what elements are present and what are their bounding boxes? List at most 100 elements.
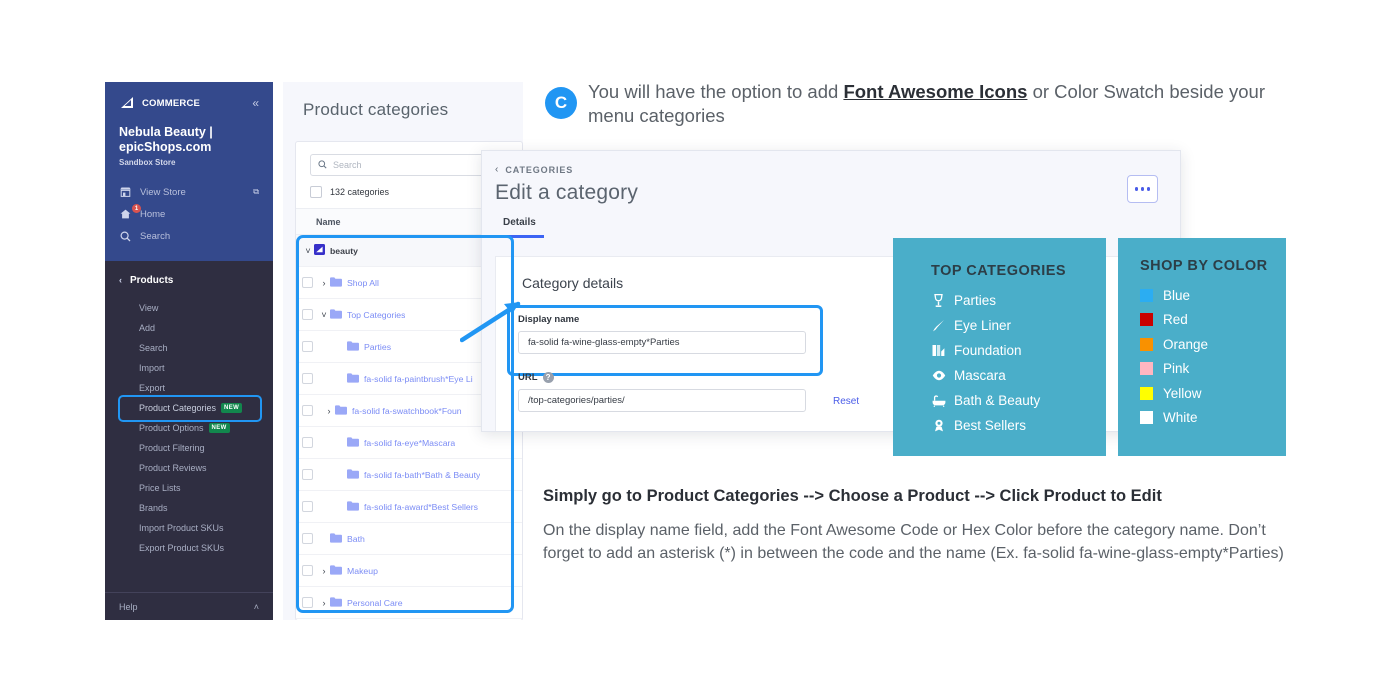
- reset-link[interactable]: Reset: [833, 396, 859, 407]
- color-item-blue[interactable]: Blue: [1140, 283, 1286, 308]
- chevron-right-icon[interactable]: ›: [318, 566, 330, 576]
- eye-icon: [931, 370, 946, 381]
- menu-item-label: Bath & Beauty: [954, 393, 1040, 408]
- select-all-checkbox[interactable]: [310, 186, 322, 198]
- menu-item-best-sellers[interactable]: Best Sellers: [931, 413, 1106, 438]
- external-link-icon: ⧉: [253, 187, 259, 197]
- sidebar-item-home[interactable]: 1 Home: [119, 203, 259, 225]
- category-count-label: 132 categories: [330, 187, 389, 197]
- storefront-top-categories-panel: TOP CATEGORIES Parties Eye Liner: [893, 238, 1106, 456]
- storefront-icon: [314, 242, 325, 260]
- annotation-emphasis: Font Awesome Icons: [843, 81, 1027, 102]
- chevron-down-icon[interactable]: ˅: [318, 310, 330, 320]
- folder-icon: [330, 594, 342, 612]
- row-checkbox[interactable]: [302, 533, 313, 544]
- search-input[interactable]: Search: [310, 154, 508, 176]
- chevron-right-icon[interactable]: ›: [318, 598, 330, 608]
- chevron-right-icon[interactable]: ›: [323, 406, 335, 416]
- table-row[interactable]: fa-solid fa-bath*Bath & Beauty: [296, 459, 522, 491]
- home-notification-badge: 1: [132, 204, 141, 213]
- sidebar-item-view-store[interactable]: View Store ⧉: [119, 181, 259, 203]
- row-checkbox[interactable]: [302, 469, 313, 480]
- sidebar-item-brands[interactable]: Brands: [119, 498, 259, 518]
- menu-item-mascara[interactable]: Mascara: [931, 363, 1106, 388]
- tab-details[interactable]: Details: [495, 217, 544, 238]
- row-checkbox[interactable]: [302, 373, 313, 384]
- sidebar-item-export-product-skus[interactable]: Export Product SKUs: [119, 538, 259, 558]
- sidebar-item-product-filtering[interactable]: Product Filtering: [119, 438, 259, 458]
- color-item-orange[interactable]: Orange: [1140, 332, 1286, 357]
- menu-item-foundation[interactable]: Foundation: [931, 338, 1106, 363]
- sidebar-item-add[interactable]: Add: [119, 318, 259, 338]
- sidebar-item-price-lists[interactable]: Price Lists: [119, 478, 259, 498]
- row-checkbox[interactable]: [302, 597, 313, 608]
- sidebar-item-label: Product Options: [139, 423, 204, 433]
- url-field-group: URL ? /top-categories/parties/: [518, 372, 806, 412]
- url-input[interactable]: /top-categories/parties/: [518, 389, 806, 412]
- color-label: Blue: [1163, 288, 1190, 303]
- menu-item-parties[interactable]: Parties: [931, 288, 1106, 313]
- bigcommerce-logo-icon: [119, 97, 141, 109]
- sidebar-item-product-categories[interactable]: Product Categories NEW: [119, 398, 259, 418]
- page-title: Edit a category: [482, 175, 1180, 205]
- award-icon: [931, 419, 946, 432]
- collapse-sidebar-icon[interactable]: «: [252, 97, 259, 109]
- chevron-left-icon[interactable]: ‹: [495, 164, 498, 175]
- row-label: fa-solid fa-award*Best Sellers: [364, 502, 478, 512]
- table-row[interactable]: Bath: [296, 523, 522, 555]
- color-swatch-icon: [1140, 411, 1153, 424]
- select-all-row[interactable]: 132 categories: [310, 186, 508, 198]
- color-swatch-icon: [1140, 362, 1153, 375]
- sidebar-item-import-product-skus[interactable]: Import Product SKUs: [119, 518, 259, 538]
- sidebar-item-search[interactable]: Search: [119, 225, 259, 247]
- sidebar-item-export[interactable]: Export: [119, 378, 259, 398]
- sidebar-footer-help[interactable]: Help ˄: [105, 592, 273, 620]
- sidebar-item-product-reviews[interactable]: Product Reviews: [119, 458, 259, 478]
- color-item-white[interactable]: White: [1140, 406, 1286, 431]
- menu-item-label: Mascara: [954, 368, 1006, 383]
- menu-item-eye-liner[interactable]: Eye Liner: [931, 313, 1106, 338]
- display-name-input[interactable]: fa-solid fa-wine-glass-empty*Parties: [518, 331, 806, 354]
- shop-by-color-list: Blue Red Orange Pink Yellow: [1140, 283, 1286, 430]
- row-checkbox[interactable]: [302, 341, 313, 352]
- help-icon[interactable]: ?: [543, 372, 554, 383]
- sidebar-item-view[interactable]: View: [119, 298, 259, 318]
- row-checkbox[interactable]: [302, 565, 313, 576]
- chevron-icon[interactable]: ˅: [302, 246, 314, 256]
- dot-icon: [1147, 187, 1151, 191]
- chevron-right-icon[interactable]: ›: [318, 278, 330, 288]
- swatchbook-icon: [931, 344, 946, 357]
- color-item-pink[interactable]: Pink: [1140, 357, 1286, 382]
- row-checkbox[interactable]: [302, 309, 313, 320]
- sidebar-item-import[interactable]: Import: [119, 358, 259, 378]
- row-checkbox[interactable]: [302, 277, 313, 288]
- help-label: Help: [119, 602, 138, 612]
- breadcrumb-label[interactable]: CATEGORIES: [505, 165, 573, 175]
- sidebar-item-label: Import Product SKUs: [139, 523, 224, 533]
- table-row[interactable]: fa-solid fa-award*Best Sellers: [296, 491, 522, 523]
- color-label: Orange: [1163, 337, 1208, 352]
- menu-item-bath-and-beauty[interactable]: Bath & Beauty: [931, 388, 1106, 413]
- row-checkbox[interactable]: [302, 437, 313, 448]
- table-row[interactable]: › Personal Care: [296, 587, 522, 619]
- row-label: Personal Care: [347, 598, 403, 608]
- screenshot-root: COMMERCE « Nebula Beauty |epicShops.com …: [0, 0, 1400, 680]
- row-label: fa-solid fa-bath*Bath & Beauty: [364, 470, 480, 480]
- more-actions-button[interactable]: [1127, 175, 1158, 203]
- folder-icon: [347, 498, 359, 516]
- breadcrumb[interactable]: ‹ CATEGORIES: [482, 151, 1180, 175]
- color-item-red[interactable]: Red: [1140, 308, 1286, 333]
- store-name: Nebula Beauty |epicShops.com: [119, 125, 259, 155]
- sidebar-section-products[interactable]: ‹ Products: [119, 271, 259, 289]
- row-label: fa-solid fa-swatchbook*Foun: [352, 406, 462, 416]
- folder-icon: [347, 466, 359, 484]
- color-item-yellow[interactable]: Yellow: [1140, 381, 1286, 406]
- table-row[interactable]: › Makeup: [296, 555, 522, 587]
- row-checkbox[interactable]: [302, 501, 313, 512]
- shop-by-color-title: SHOP BY COLOR: [1140, 258, 1286, 274]
- row-checkbox[interactable]: [302, 405, 313, 416]
- row-label: beauty: [330, 246, 358, 256]
- sidebar-item-search-products[interactable]: Search: [119, 338, 259, 358]
- sidebar-item-product-options[interactable]: Product Options NEW: [119, 418, 259, 438]
- store-type: Sandbox Store: [119, 158, 259, 167]
